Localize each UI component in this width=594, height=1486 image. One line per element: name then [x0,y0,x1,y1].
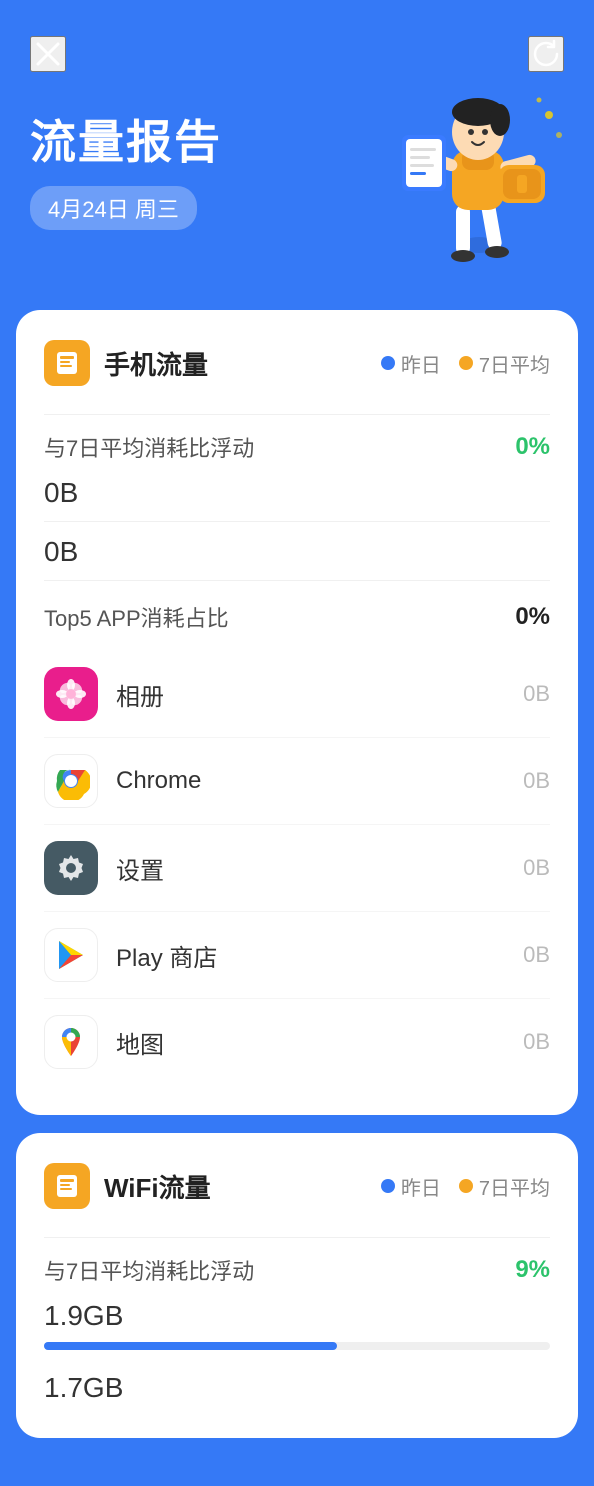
legend-dot-orange [459,356,473,370]
app-usage-album: 0B [523,681,550,707]
mobile-fluctuation-row: 与7日平均消耗比浮动 0% [44,423,550,471]
wifi-legend-yesterday-label: 昨日 [401,1172,441,1201]
divider-3 [44,580,550,581]
top5-value: 0% [515,603,550,631]
mobile-yesterday-value: 0B [44,471,550,513]
wifi-yesterday-progress-bar [44,1342,550,1350]
mobile-avg-value: 0B [44,530,550,572]
wifi-yesterday-value: 1.9GB [44,1294,550,1336]
top5-label: Top5 APP消耗占比 [44,601,229,633]
illustration [384,60,584,280]
app-usage-chrome: 0B [523,768,550,794]
legend-yesterday: 昨日 [381,349,441,378]
app-name-album: 相册 [116,677,164,712]
header: 流量报告 4月24日 周三 [0,0,594,290]
mobile-fluctuation-value: 0% [515,433,550,461]
legend-avg7-label: 7日平均 [479,349,550,378]
close-button[interactable] [30,36,66,72]
mobile-data-card: 手机流量 昨日 7日平均 与7日平均消耗比浮动 0% 0B 0B To [16,310,578,1115]
app-row-album: 相册 0B [44,651,550,738]
wifi-divider-1 [44,1237,550,1238]
wifi-fluctuation-row: 与7日平均消耗比浮动 9% [44,1246,550,1294]
app-name-play: Play 商店 [116,938,217,973]
app-info-maps: 地图 [44,1015,164,1069]
divider-1 [44,414,550,415]
app-info-album: 相册 [44,667,164,721]
wifi-yesterday-progress-fill [44,1342,337,1350]
mobile-card-title: 手机流量 [104,345,208,382]
content: 手机流量 昨日 7日平均 与7日平均消耗比浮动 0% 0B 0B To [0,310,594,1486]
app-row-maps: 地图 0B [44,999,550,1085]
app-icon-settings [44,841,98,895]
wifi-legend-avg7: 7日平均 [459,1172,550,1201]
date-badge: 4月24日 周三 [30,186,197,230]
legend-avg7: 7日平均 [459,349,550,378]
mobile-card-icon [44,340,90,386]
app-icon-play [44,928,98,982]
wifi-legend-dot-orange [459,1179,473,1193]
wifi-avg-value: 1.7GB [44,1366,550,1408]
legend-yesterday-label: 昨日 [401,349,441,378]
wifi-card-title: WiFi流量 [104,1168,211,1205]
wifi-fluctuation-label: 与7日平均消耗比浮动 [44,1254,254,1286]
app-row-chrome: Chrome 0B [44,738,550,825]
legend-dot-blue [381,356,395,370]
wifi-legend-yesterday: 昨日 [381,1172,441,1201]
app-name-settings: 设置 [116,851,164,886]
top5-header: Top5 APP消耗占比 0% [44,589,550,651]
app-row-settings: 设置 0B [44,825,550,912]
app-info-chrome: Chrome [44,754,201,808]
app-icon-album [44,667,98,721]
app-usage-play: 0B [523,942,550,968]
app-name-maps: 地图 [116,1025,164,1060]
mobile-fluctuation-label: 与7日平均消耗比浮动 [44,431,254,463]
app-icon-chrome [44,754,98,808]
app-icon-maps [44,1015,98,1069]
app-info-settings: 设置 [44,841,164,895]
wifi-card-icon [44,1163,90,1209]
wifi-card-header: WiFi流量 昨日 7日平均 [44,1163,550,1209]
divider-2 [44,521,550,522]
mobile-legend: 昨日 7日平均 [381,349,550,378]
app-usage-maps: 0B [523,1029,550,1055]
wifi-card-title-group: WiFi流量 [44,1163,211,1209]
wifi-legend-dot-blue [381,1179,395,1193]
app-row-play: Play 商店 0B [44,912,550,999]
app-name-chrome: Chrome [116,767,201,795]
app-info-play: Play 商店 [44,928,217,982]
mobile-card-title-group: 手机流量 [44,340,208,386]
app-usage-settings: 0B [523,855,550,881]
mobile-card-header: 手机流量 昨日 7日平均 [44,340,550,386]
wifi-legend-avg7-label: 7日平均 [479,1172,550,1201]
wifi-legend: 昨日 7日平均 [381,1172,550,1201]
wifi-data-card: WiFi流量 昨日 7日平均 与7日平均消耗比浮动 9% 1.9GB 1.7GB [16,1133,578,1438]
